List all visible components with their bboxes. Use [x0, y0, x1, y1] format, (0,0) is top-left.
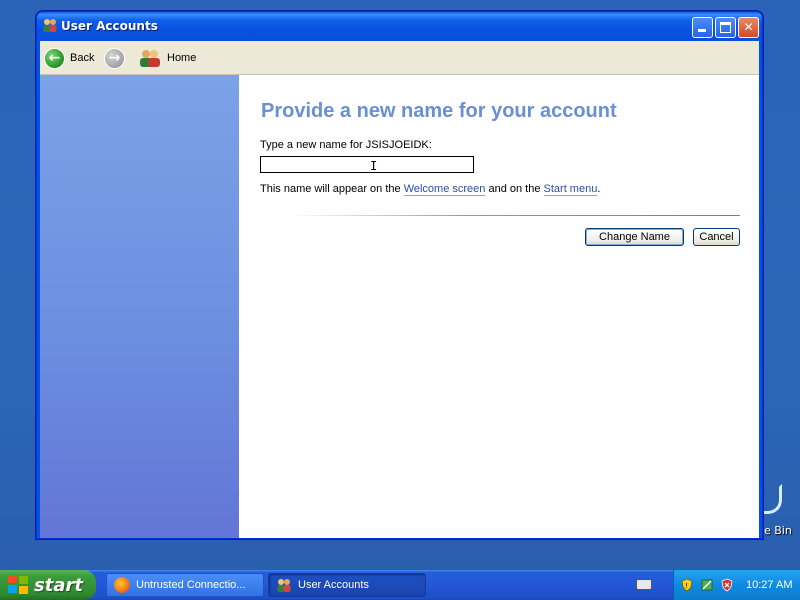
home-users-icon — [140, 50, 160, 67]
start-label: start — [34, 574, 83, 596]
taskbar-item-firefox[interactable]: Untrusted Connectio... — [106, 573, 264, 597]
info-middle: and on the — [485, 183, 544, 195]
start-button[interactable]: start — [0, 570, 96, 600]
taskbar-item-label: User Accounts — [298, 579, 369, 591]
home-label: Home — [167, 52, 197, 64]
page-title: Provide a new name for your account — [261, 100, 617, 122]
clock[interactable]: 10:27 AM — [746, 579, 792, 591]
title-bar[interactable]: User Accounts ✕ — [37, 12, 762, 41]
info-prefix: This name will appear on the — [260, 183, 404, 195]
keyboard-icon[interactable] — [636, 579, 652, 590]
close-button[interactable]: ✕ — [738, 17, 759, 38]
users-icon — [43, 19, 57, 32]
info-suffix: . — [597, 183, 601, 195]
back-label: Back — [70, 52, 95, 64]
firefox-icon — [114, 577, 130, 593]
minimize-button[interactable] — [692, 17, 713, 38]
back-button[interactable]: ← Back — [44, 45, 94, 71]
client-area: Provide a new name for your account Type… — [40, 75, 759, 538]
divider — [290, 215, 740, 216]
taskbar-item-label: Untrusted Connectio... — [136, 579, 246, 591]
change-name-button[interactable]: Change Name — [585, 228, 684, 246]
cancel-button[interactable]: Cancel — [693, 228, 740, 246]
user-accounts-window: User Accounts ✕ ← Back → Home Provide a … — [36, 11, 763, 539]
minimize-icon — [698, 29, 706, 32]
back-arrow-icon: ← — [44, 47, 65, 69]
taskbar: start Untrusted Connectio... User Accoun… — [0, 570, 800, 600]
forward-button[interactable]: → — [104, 45, 125, 71]
network-icon[interactable] — [700, 578, 714, 592]
close-icon: ✕ — [743, 20, 754, 34]
new-name-input[interactable] — [260, 156, 474, 173]
windows-flag-icon — [8, 575, 30, 595]
name-prompt: Type a new name for JSISJOEIDK: — [260, 139, 432, 151]
alert-shield-icon[interactable] — [720, 578, 734, 592]
home-button[interactable]: Home — [138, 45, 196, 71]
security-shield-icon[interactable]: ! — [680, 578, 694, 592]
maximize-icon — [720, 22, 731, 33]
task-pane — [40, 75, 239, 538]
svg-text:!: ! — [685, 582, 688, 590]
start-menu-link[interactable]: Start menu — [543, 183, 598, 196]
system-tray: ! 10:27 AM — [673, 570, 800, 600]
forward-arrow-icon: → — [104, 47, 125, 69]
window-title: User Accounts — [61, 19, 158, 33]
recycle-bin-icon — [760, 484, 782, 514]
welcome-screen-link[interactable]: Welcome screen — [403, 183, 486, 196]
maximize-button[interactable] — [715, 17, 736, 38]
taskbar-item-user-accounts[interactable]: User Accounts — [268, 573, 426, 597]
content-pane: Provide a new name for your account Type… — [260, 75, 759, 538]
toolbar: ← Back → Home — [40, 41, 759, 75]
info-text: This name will appear on the Welcome scr… — [260, 183, 601, 196]
text-cursor-icon: I — [370, 159, 378, 173]
users-icon — [277, 579, 291, 592]
recycle-bin-label: e Bin — [764, 524, 792, 537]
